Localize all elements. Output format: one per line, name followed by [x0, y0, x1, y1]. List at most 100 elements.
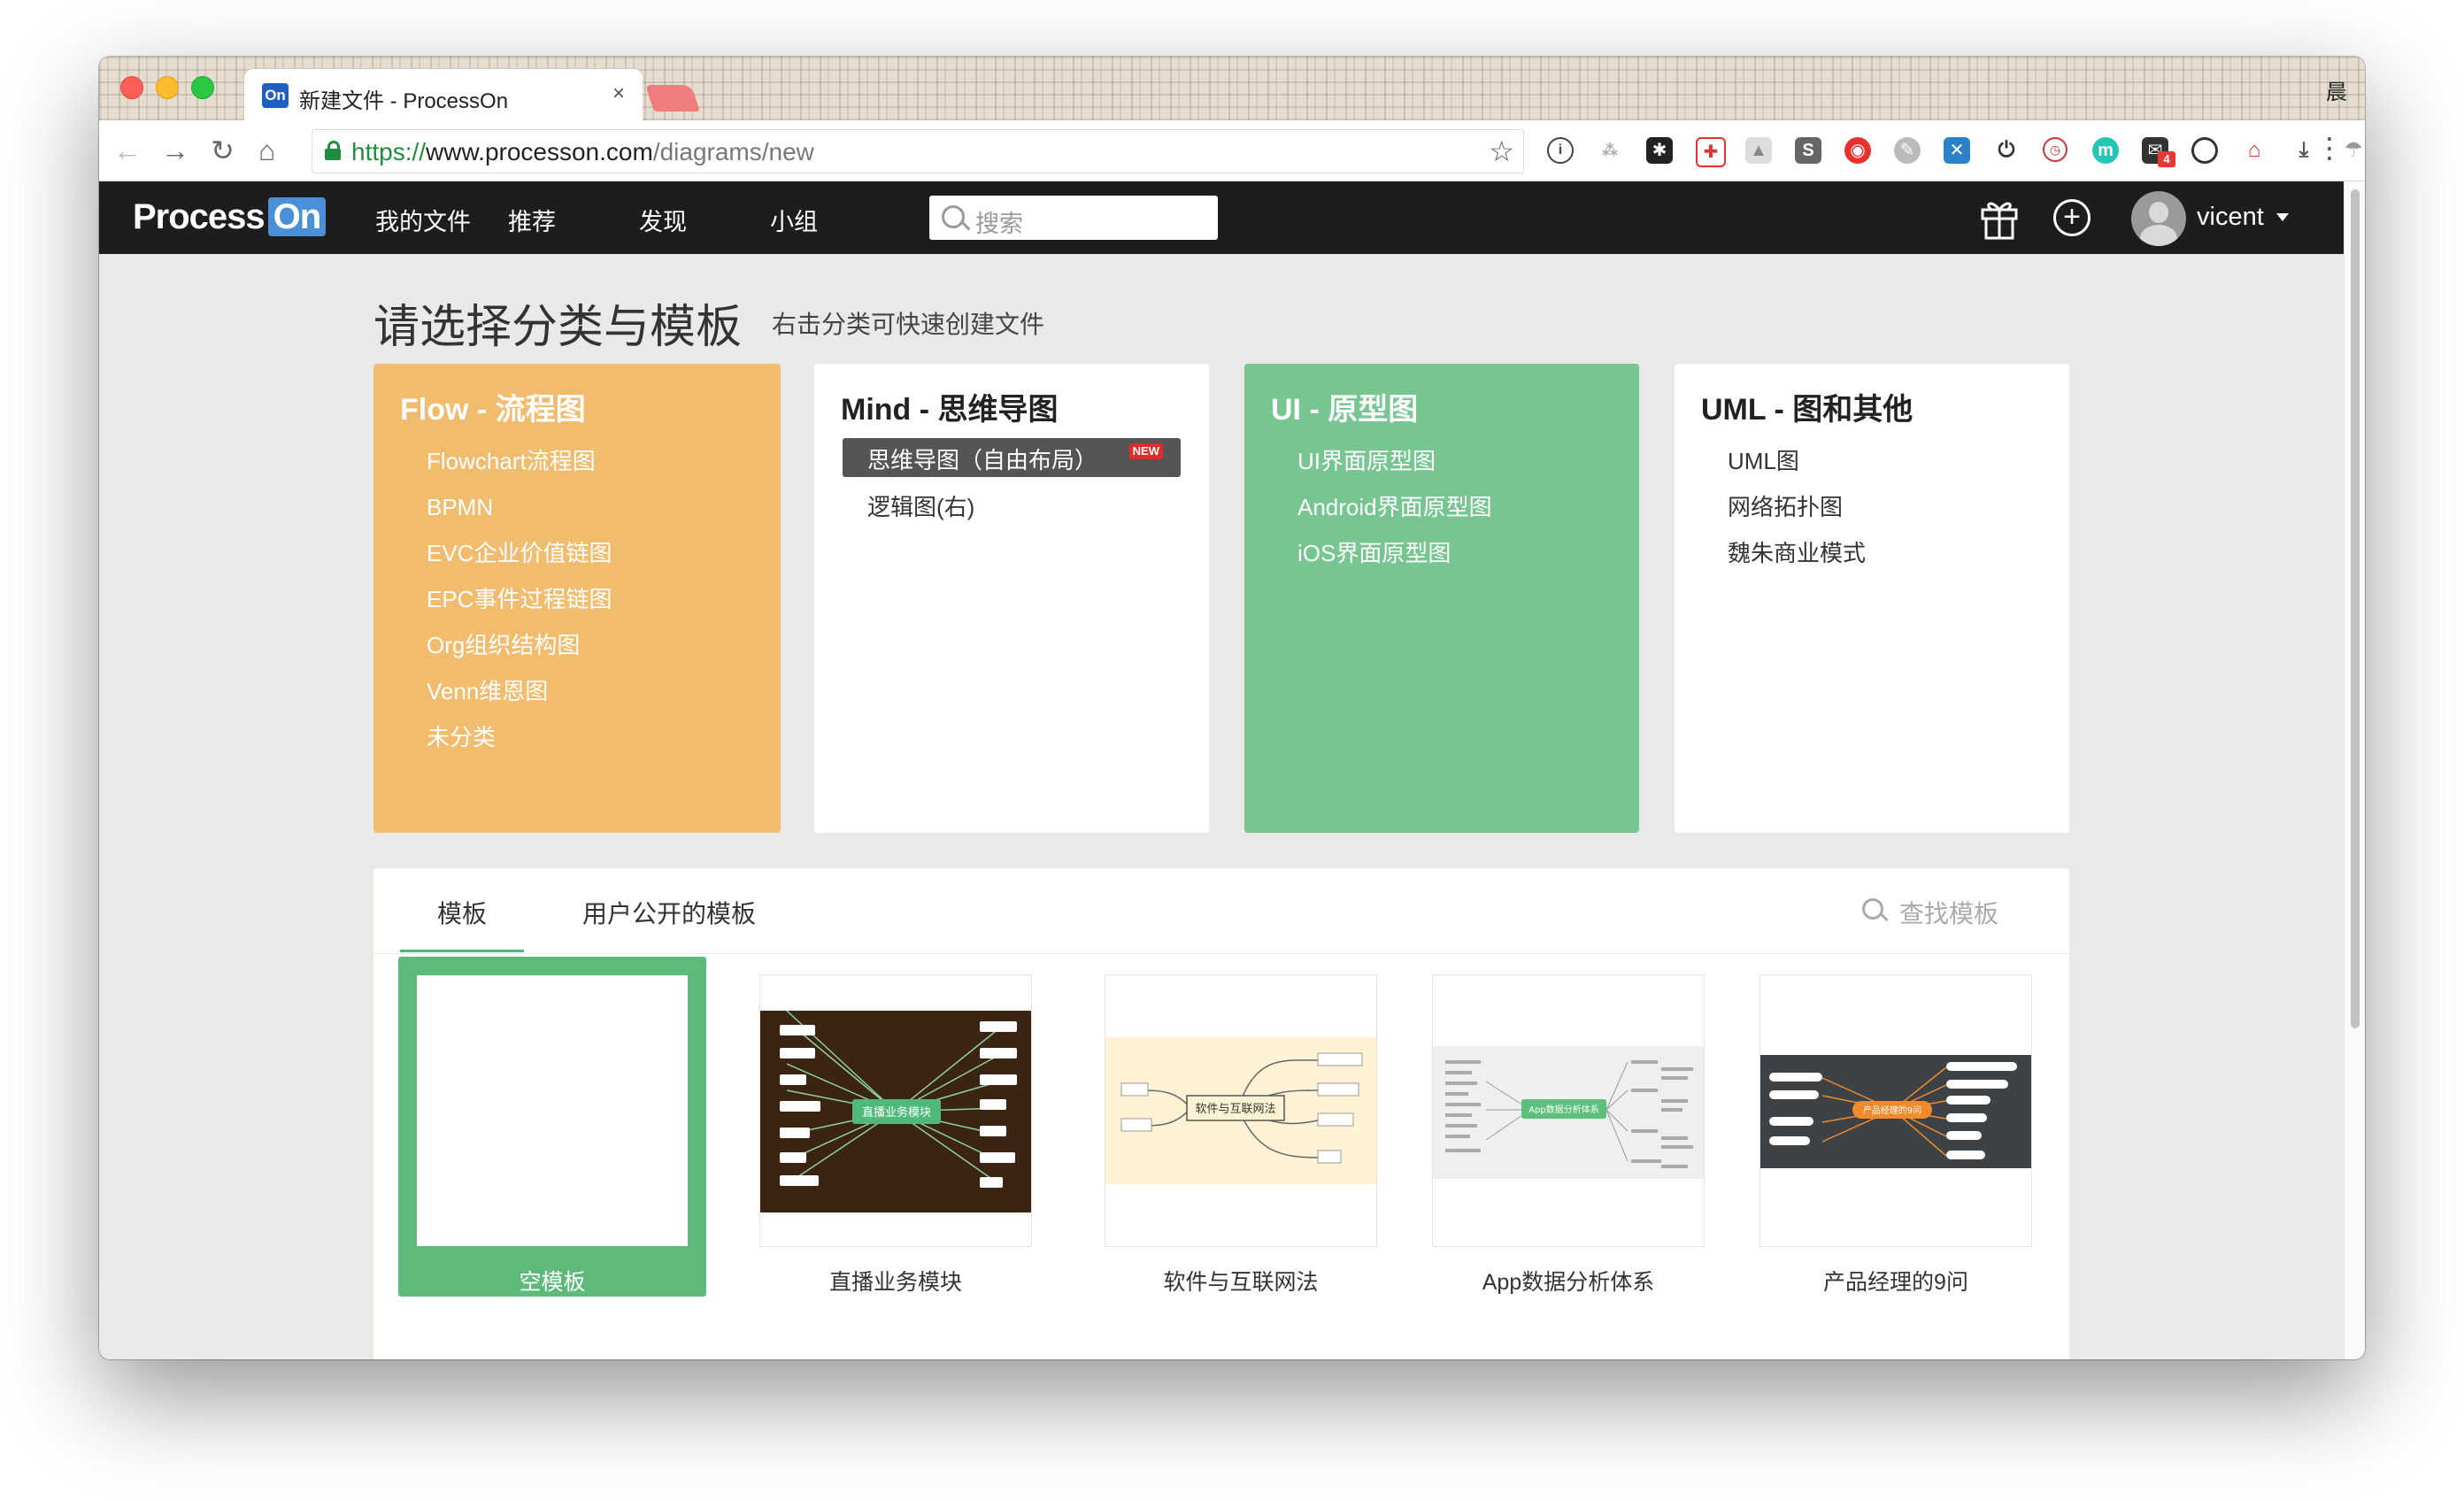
back-icon[interactable]: ← — [113, 131, 142, 170]
category-item[interactable]: UML图 — [1728, 438, 1866, 484]
x-extension-icon[interactable]: ✕ — [1944, 137, 1970, 164]
category-item[interactable]: 逻辑图(右) — [867, 484, 974, 530]
search-placeholder: 搜索 — [975, 211, 1023, 237]
category-item[interactable]: Flowchart流程图 — [427, 438, 612, 484]
browser-menu-icon[interactable]: ⋮ — [2315, 131, 2344, 165]
gift-icon[interactable] — [1979, 196, 2020, 240]
category-item[interactable]: Venn维恩图 — [427, 668, 612, 714]
category-item[interactable]: Android界面原型图 — [1297, 484, 1492, 530]
power-extension-icon[interactable]: ⏻ — [1993, 137, 2020, 164]
new-tab-button[interactable] — [645, 85, 700, 112]
selected-item-label: 思维导图（自由布局） — [867, 447, 1098, 473]
category-item[interactable]: 未分类 — [427, 714, 612, 760]
page-subtitle: 右击分类可快速创建文件 — [772, 311, 1045, 338]
tab-public-templates[interactable]: 用户公开的模板 — [582, 895, 756, 930]
nav-recommend[interactable]: 推荐 — [508, 203, 556, 237]
page-title: 请选择分类与模板 — [373, 302, 743, 353]
browser-titlebar: On 新建文件 - ProcessOn × 晨 — [99, 57, 2365, 121]
thumb-center-text: App数据分析体系 — [1528, 1104, 1599, 1115]
create-plus-icon[interactable]: + — [2053, 199, 2091, 236]
category-card-ui[interactable]: UI - 原型图 UI界面原型图 Android界面原型图 iOS界面原型图 — [1244, 364, 1639, 833]
processon-logo[interactable]: Process On — [133, 197, 327, 237]
tab-close-icon[interactable]: × — [612, 81, 625, 106]
mindmap-thumbnail: App数据分析体系 — [1433, 1046, 1704, 1179]
site-search-input[interactable]: 搜索 — [929, 196, 1218, 240]
category-card-uml[interactable]: UML - 图和其他 UML图 网络拓扑图 魏朱商业模式 — [1675, 364, 2069, 833]
category-item[interactable]: iOS界面原型图 — [1297, 530, 1492, 576]
nav-groups[interactable]: 小组 — [770, 203, 818, 237]
template-search-button[interactable]: 查找模板 — [1861, 895, 1998, 930]
template-search-label: 查找模板 — [1898, 900, 1998, 928]
url-host: www.processon.com — [426, 138, 653, 165]
template-label: 产品经理的9问 — [1823, 1270, 1968, 1295]
download-extension-icon[interactable]: ⤓ — [2291, 137, 2317, 164]
extensions-bar: i ⁂ ✱ ✚ ▲ S ◉ ✎ ✕ ⏻ ◷ m ✉ 4 ⌂ ⤓ ☂ ★ — [1547, 134, 2365, 169]
browser-window: On 新建文件 - ProcessOn × 晨 ← → ↻ ⌂ https://… — [99, 57, 2365, 1359]
compass-extension-icon[interactable]: ✎ — [1894, 137, 1921, 164]
avatar[interactable] — [2131, 191, 2186, 246]
template-card-blank[interactable]: 空模板 — [398, 957, 706, 1314]
username[interactable]: vicent — [2197, 203, 2264, 232]
nav-discover[interactable]: 发现 — [639, 203, 687, 237]
category-item[interactable]: Org组织结构图 — [427, 622, 612, 668]
address-bar[interactable]: https://www.processon.com/diagrams/new ☆ — [312, 129, 1524, 173]
home-icon[interactable]: ⌂ — [258, 131, 275, 170]
nav-my-files[interactable]: 我的文件 — [375, 203, 471, 237]
spiral-extension-icon[interactable] — [2191, 137, 2218, 164]
category-title: Mind - 思维导图 — [841, 393, 1059, 427]
tampermonkey-extension-icon[interactable]: ✱ — [1646, 137, 1673, 164]
shield-extension-icon[interactable]: ◉ — [1844, 137, 1871, 164]
category-card-flow[interactable]: Flow - 流程图 Flowchart流程图 BPMN EVC企业价值链图 E… — [373, 364, 781, 833]
template-card-pm[interactable]: 产品经理的9问 产品经理的9问 — [1759, 974, 2032, 1314]
reload-icon[interactable]: ↻ — [211, 131, 235, 170]
extension-count-badge: 4 — [2158, 151, 2175, 167]
m-extension-icon[interactable]: m — [2092, 137, 2119, 164]
bookmark-star-icon[interactable]: ☆ — [1489, 135, 1514, 168]
category-list: Flowchart流程图 BPMN EVC企业价值链图 EPC事件过程链图 Or… — [427, 438, 612, 760]
close-window-button[interactable] — [120, 76, 143, 99]
template-card-law[interactable]: 软件与互联网法 软件与互联网法 — [1105, 974, 1377, 1314]
template-label: 空模板 — [519, 1270, 586, 1295]
chevron-down-icon[interactable] — [2276, 213, 2289, 221]
zoom-window-button[interactable] — [191, 76, 214, 99]
templates-panel: 模板 用户公开的模板 查找模板 空模板 直播业务模块 直播业务模块 软件与互联网… — [373, 868, 2069, 1359]
browser-tab[interactable]: On 新建文件 - ProcessOn × — [244, 69, 643, 120]
info-extension-icon[interactable]: i — [1547, 137, 1574, 164]
image-extension-icon[interactable]: ▲ — [1745, 137, 1772, 164]
template-thumbnail: 产品经理的9问 — [1759, 974, 2032, 1247]
parachute-extension-icon[interactable]: ☂ — [2340, 137, 2365, 164]
url-text[interactable]: https://www.processon.com/diagrams/new — [351, 138, 814, 166]
profile-badge[interactable]: 晨 — [2326, 74, 2347, 105]
page-scrollbar-thumb[interactable] — [2351, 189, 2360, 1028]
category-item[interactable]: EVC企业价值链图 — [427, 530, 612, 576]
template-thumbnail: 直播业务模块 — [759, 974, 1032, 1247]
minimize-window-button[interactable] — [156, 76, 179, 99]
sitemap-extension-icon[interactable]: ⁂ — [1597, 137, 1623, 164]
search-icon — [1861, 898, 1883, 920]
logo-text-on: On — [267, 197, 327, 236]
clock-extension-icon[interactable]: ◷ — [2043, 137, 2067, 162]
pocket-extension-icon[interactable]: ⌂ — [2241, 137, 2268, 164]
tab-templates[interactable]: 模板 — [437, 895, 487, 930]
lock-icon[interactable] — [325, 141, 341, 160]
category-card-mind[interactable]: Mind - 思维导图 思维导图（自由布局） NEW 逻辑图(右) — [814, 364, 1209, 833]
site-navbar: Process On 我的文件 推荐 发现 小组 搜索 + vicent — [99, 181, 2344, 254]
thumb-center-text: 产品经理的9问 — [1863, 1105, 1921, 1116]
url-scheme: https:// — [351, 138, 427, 165]
mindmap-thumbnail: 软件与互联网法 — [1105, 1037, 1376, 1184]
template-card-app-data[interactable]: App数据分析体系 App数据分析体系 — [1432, 974, 1705, 1314]
category-item[interactable]: UI界面原型图 — [1297, 438, 1492, 484]
processon-favicon-icon: On — [262, 83, 289, 108]
category-item-selected[interactable]: 思维导图（自由布局） NEW — [843, 438, 1181, 477]
s-extension-icon[interactable]: S — [1795, 137, 1821, 164]
category-title: Flow - 流程图 — [400, 393, 586, 427]
category-item[interactable]: EPC事件过程链图 — [427, 576, 612, 622]
medical-cross-extension-icon[interactable]: ✚ — [1696, 137, 1726, 167]
category-item[interactable]: 魏朱商业模式 — [1728, 530, 1866, 576]
template-thumbnail: App数据分析体系 — [1432, 974, 1705, 1247]
category-item[interactable]: 网络拓扑图 — [1728, 484, 1866, 530]
template-card-live[interactable]: 直播业务模块 直播业务模块 — [759, 974, 1032, 1314]
forward-icon[interactable]: → — [161, 131, 189, 170]
browser-toolbar: ← → ↻ ⌂ https://www.processon.com/diagra… — [99, 120, 2365, 181]
category-item[interactable]: BPMN — [427, 484, 612, 530]
